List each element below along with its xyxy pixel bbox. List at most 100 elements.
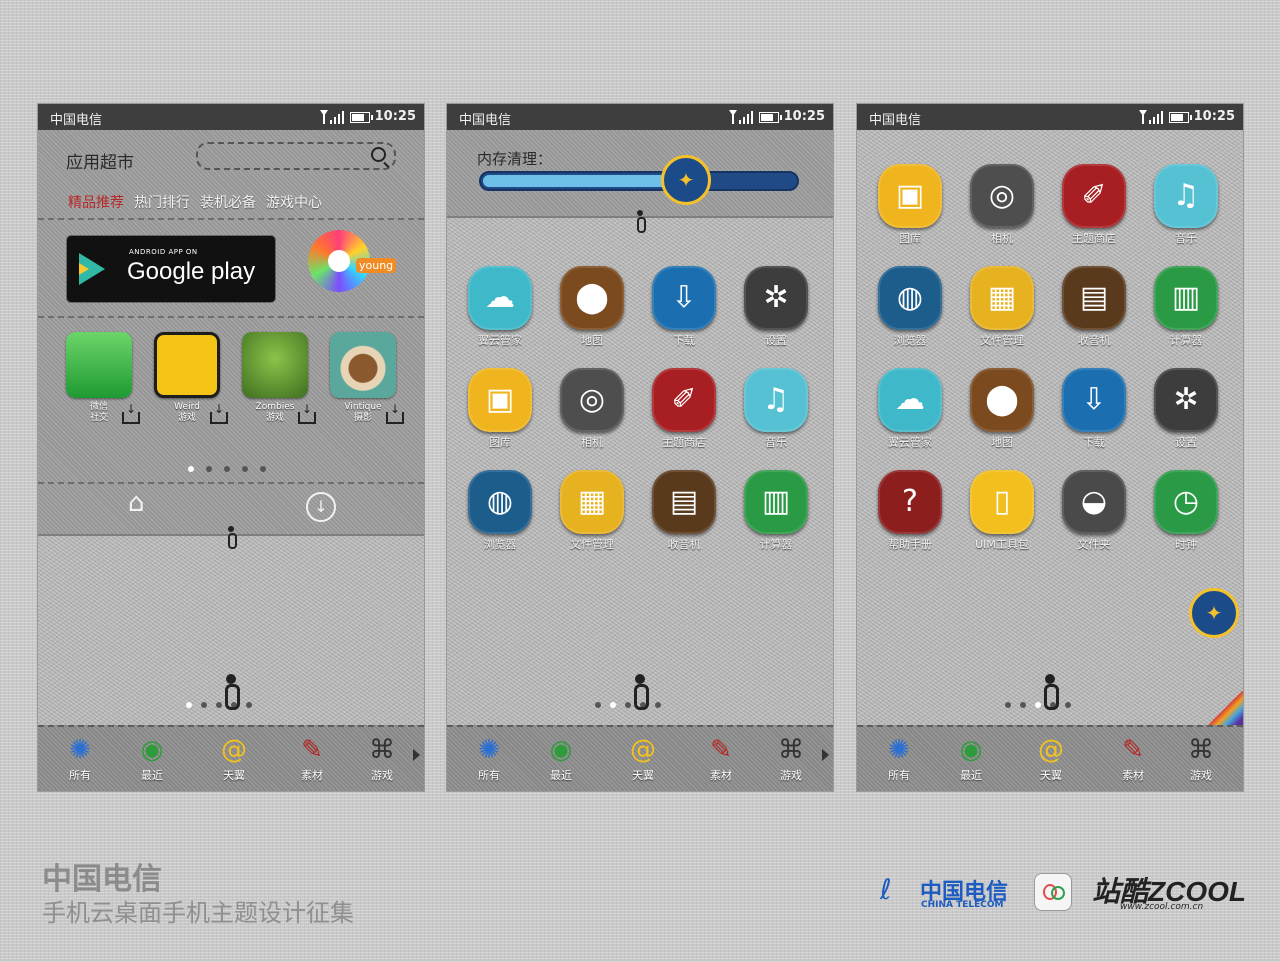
app-folder[interactable]: ◒ 文件夹 bbox=[1049, 470, 1139, 552]
app-theme-store[interactable]: ✐ 主题商店 bbox=[639, 368, 729, 450]
app-label: 音乐 bbox=[1175, 232, 1197, 245]
dock-item-tianyi[interactable]: @ 天翼 bbox=[613, 733, 673, 783]
store-app-wechat[interactable]: 微信 社交 bbox=[64, 332, 140, 424]
zipper-pull-icon[interactable] bbox=[226, 526, 237, 549]
home-icon[interactable]: ⌂ bbox=[128, 488, 145, 518]
app-file-manager[interactable]: ▦ 文件管理 bbox=[547, 470, 637, 552]
dock-item-material[interactable]: ✎ 素材 bbox=[691, 733, 751, 783]
app-music[interactable]: ♫ 音乐 bbox=[731, 368, 821, 450]
dock-item-all[interactable]: ✺ 所有 bbox=[869, 733, 929, 783]
app-download[interactable]: ⇩ 下载 bbox=[639, 266, 729, 348]
app-clock[interactable]: ◷ 时钟 bbox=[1141, 470, 1231, 552]
app-label: 相机 bbox=[991, 232, 1013, 245]
app-radio[interactable]: ▤ 收音机 bbox=[639, 470, 729, 552]
app-cloud-key[interactable]: ☁ 翼云管家 bbox=[865, 368, 955, 450]
dock-item-material[interactable]: ✎ 素材 bbox=[282, 733, 342, 783]
app-name: Vintique bbox=[344, 402, 382, 412]
browser-globe-icon: ◍ bbox=[468, 470, 532, 534]
app-calculator[interactable]: ▥ 计算器 bbox=[731, 470, 821, 552]
app-label: 下载 bbox=[673, 334, 695, 347]
download-icon[interactable] bbox=[298, 402, 316, 424]
zipper-pull-icon[interactable] bbox=[1041, 674, 1059, 710]
app-label: 地图 bbox=[991, 436, 1013, 449]
dock-item-games[interactable]: ⌘ 游戏 bbox=[1171, 733, 1231, 783]
dock: ✺ 所有 ◉ 最近 @ 天翼 ✎ 素材 ⌘ 游戏 bbox=[38, 725, 424, 791]
app-name: 微信 bbox=[89, 402, 108, 412]
app-name: Weird bbox=[174, 402, 200, 412]
app-music[interactable]: ♫ 音乐 bbox=[1141, 164, 1231, 246]
dock: ✺ 所有 ◉ 最近 @ 天翼 ✎ 素材 ⌘ 游戏 bbox=[447, 725, 833, 791]
dock-next-arrow-icon[interactable] bbox=[822, 749, 829, 761]
status-bar: 中国电信 10:25 bbox=[38, 104, 424, 130]
google-play-banner[interactable]: ANDROID APP ON Google play bbox=[66, 235, 276, 303]
download-icon[interactable] bbox=[122, 402, 140, 424]
young-label: young bbox=[356, 258, 397, 273]
google-play-text: Google play bbox=[127, 258, 256, 285]
app-label: 时钟 bbox=[1175, 538, 1197, 551]
app-gallery[interactable]: ▣ 图库 bbox=[865, 164, 955, 246]
tab-hot-ranking[interactable]: 热门排行 bbox=[134, 192, 190, 212]
camera-icon: ◎ bbox=[560, 368, 624, 432]
app-sim-toolkit[interactable]: ▯ UIM工具包 bbox=[957, 470, 1047, 552]
app-theme-store[interactable]: ✐ 主题商店 bbox=[1049, 164, 1139, 246]
dock-item-recent[interactable]: ◉ 最近 bbox=[941, 733, 1001, 783]
download-icon: ⇩ bbox=[652, 266, 716, 330]
dock-item-tianyi[interactable]: @ 天翼 bbox=[1021, 733, 1081, 783]
home-page-indicator bbox=[1005, 702, 1071, 708]
broom-icon[interactable]: ✦ bbox=[661, 155, 711, 205]
dock-item-games[interactable]: ⌘ 游戏 bbox=[761, 733, 821, 783]
dock-item-all[interactable]: ✺ 所有 bbox=[459, 733, 519, 783]
dock-item-all[interactable]: ✺ 所有 bbox=[50, 733, 110, 783]
app-browser-globe[interactable]: ◍ 浏览器 bbox=[455, 470, 545, 552]
app-map-pin[interactable]: ⬤ 地图 bbox=[957, 368, 1047, 450]
app-camera[interactable]: ◎ 相机 bbox=[957, 164, 1047, 246]
dock-item-games[interactable]: ⌘ 游戏 bbox=[352, 733, 412, 783]
store-app-weird[interactable]: Weird 游戏 bbox=[152, 332, 228, 424]
dock-next-arrow-icon[interactable] bbox=[413, 749, 420, 761]
store-app-row: 微信社交 Weird游戏 Zombies游戏 Vintique摄影 bbox=[64, 332, 404, 432]
download-manager-icon[interactable]: ↓ bbox=[306, 492, 336, 522]
dots-icon: ✺ bbox=[478, 735, 500, 765]
download-icon[interactable] bbox=[386, 402, 404, 424]
store-search-input[interactable] bbox=[196, 142, 396, 170]
zipper-pull-icon[interactable] bbox=[635, 210, 646, 233]
cloud-key-icon: ☁ bbox=[468, 266, 532, 330]
dots-icon: ✺ bbox=[69, 735, 91, 765]
tab-essentials[interactable]: 装机必备 bbox=[200, 192, 256, 212]
zipper-pull-icon[interactable] bbox=[631, 674, 649, 710]
store-app-vintique[interactable]: Vintique 摄影 bbox=[328, 332, 404, 424]
brush-icon: ✎ bbox=[710, 735, 732, 765]
footer-subtitle: 手机云桌面手机主题设计征集 bbox=[42, 899, 354, 927]
dock-item-tianyi[interactable]: @ 天翼 bbox=[204, 733, 264, 783]
settings-icon: ✲ bbox=[744, 266, 808, 330]
camera-retro-icon bbox=[330, 332, 396, 398]
app-download[interactable]: ⇩ 下载 bbox=[1049, 368, 1139, 450]
zombie-icon bbox=[242, 332, 308, 398]
broom-icon[interactable]: ✦ bbox=[1189, 588, 1239, 638]
app-file-manager[interactable]: ▦ 文件管理 bbox=[957, 266, 1047, 348]
download-icon[interactable] bbox=[210, 402, 228, 424]
app-radio[interactable]: ▤ 收音机 bbox=[1049, 266, 1139, 348]
tab-game-center[interactable]: 游戏中心 bbox=[266, 192, 322, 212]
dock-item-recent[interactable]: ◉ 最近 bbox=[531, 733, 591, 783]
page-curl-icon[interactable] bbox=[1207, 691, 1243, 725]
app-map-pin[interactable]: ⬤ 地图 bbox=[547, 266, 637, 348]
divider bbox=[38, 482, 424, 484]
app-help[interactable]: ? 帮助手册 bbox=[865, 470, 955, 552]
app-calculator[interactable]: ▥ 计算器 bbox=[1141, 266, 1231, 348]
memory-slider[interactable] bbox=[479, 171, 799, 191]
dock-label: 最近 bbox=[550, 769, 572, 782]
app-settings[interactable]: ✲ 设置 bbox=[1141, 368, 1231, 450]
app-browser-globe[interactable]: ◍ 浏览器 bbox=[865, 266, 955, 348]
calculator-icon: ▥ bbox=[1154, 266, 1218, 330]
app-cloud-key[interactable]: ☁ 翼云管家 bbox=[455, 266, 545, 348]
app-camera[interactable]: ◎ 相机 bbox=[547, 368, 637, 450]
tab-featured[interactable]: 精品推荐 bbox=[68, 192, 124, 212]
store-app-zombies[interactable]: Zombies 游戏 bbox=[240, 332, 316, 424]
dock-item-material[interactable]: ✎ 素材 bbox=[1103, 733, 1163, 783]
search-icon[interactable] bbox=[371, 147, 386, 162]
app-settings[interactable]: ✲ 设置 bbox=[731, 266, 821, 348]
zipper-pull-icon[interactable] bbox=[222, 674, 240, 710]
app-gallery[interactable]: ▣ 图库 bbox=[455, 368, 545, 450]
dock-item-recent[interactable]: ◉ 最近 bbox=[122, 733, 182, 783]
